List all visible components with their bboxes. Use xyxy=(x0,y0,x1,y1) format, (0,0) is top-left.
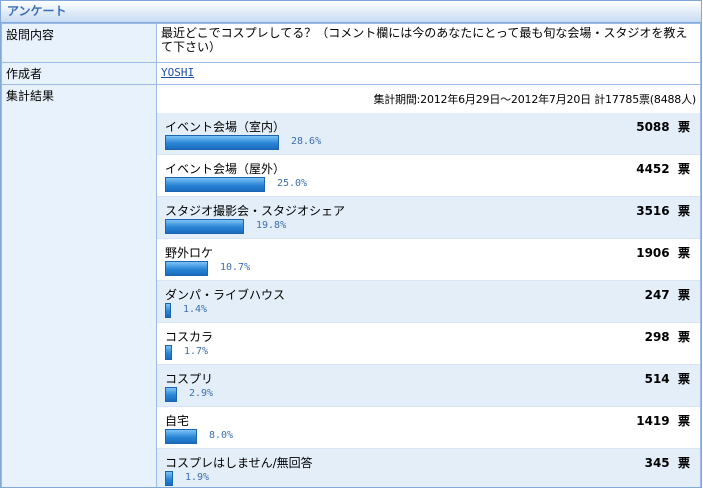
result-item-name: イベント会場（屋外） xyxy=(165,162,286,176)
result-item: コスプレはしません/無回答 345 票 1.9% xyxy=(157,449,700,487)
result-item: ダンパ・ライブハウス 247 票 1.4% xyxy=(157,281,700,323)
results-period: 集計期間:2012年6月29日〜2012年7月20日 計17785票(8488人… xyxy=(373,93,696,106)
author-label: 作成者 xyxy=(1,62,157,85)
result-item-percent: 19.8% xyxy=(256,220,287,231)
question-label: 設問内容 xyxy=(1,23,157,63)
result-item-name: ダンパ・ライブハウス xyxy=(165,288,286,302)
question-row: 設問内容 最近どこでコスプレしてる？（コメント欄には今のあなたにとって最も旬な会… xyxy=(1,23,701,63)
result-item-percent: 8.0% xyxy=(209,430,234,441)
result-item: イベント会場（室内） 5088 票 28.6% xyxy=(157,113,700,155)
result-item-name: 自宅 xyxy=(165,414,190,428)
result-item: イベント会場（屋外） 4452 票 25.0% xyxy=(157,155,700,197)
author-link[interactable]: YOSHI xyxy=(161,66,194,79)
result-item-bar xyxy=(165,345,172,360)
result-item-name: コスプレはしません/無回答 xyxy=(165,456,313,470)
result-item-name: コスカラ xyxy=(165,330,214,344)
author-row: 作成者 YOSHI xyxy=(1,62,701,85)
result-item: 自宅 1419 票 8.0% xyxy=(157,407,700,449)
result-item: スタジオ撮影会・スタジオシェア 3516 票 19.8% xyxy=(157,197,700,239)
result-item-votes: 5088 票 xyxy=(636,120,690,134)
survey-panel: アンケート 設問内容 最近どこでコスプレしてる？（コメント欄には今のあなたにとっ… xyxy=(0,0,702,488)
result-item-percent: 1.4% xyxy=(183,304,208,315)
result-item: コスカラ 298 票 1.7% xyxy=(157,323,700,365)
result-item-percent: 10.7% xyxy=(220,262,251,273)
result-item-percent: 1.9% xyxy=(185,472,210,483)
result-item-votes: 514 票 xyxy=(644,372,690,386)
results-row: 集計結果 集計期間:2012年6月29日〜2012年7月20日 計17785票(… xyxy=(1,84,701,487)
panel-title: アンケート xyxy=(1,1,701,23)
result-item-bar xyxy=(165,429,197,444)
result-item-votes: 3516 票 xyxy=(636,204,690,218)
result-item-bar xyxy=(165,303,171,318)
results-cell: 集計期間:2012年6月29日〜2012年7月20日 計17785票(8488人… xyxy=(156,84,701,487)
results-list: イベント会場（室内） 5088 票 28.6% イベント会場（屋外） 4452 票 25.… xyxy=(157,113,700,487)
result-item: コスプリ 514 票 2.9% xyxy=(157,365,700,407)
result-item-bar xyxy=(165,135,279,150)
results-label: 集計結果 xyxy=(1,84,157,487)
result-item-bar xyxy=(165,471,173,486)
result-item-votes: 298 票 xyxy=(644,330,690,344)
survey-table: 設問内容 最近どこでコスプレしてる？（コメント欄には今のあなたにとって最も旬な会… xyxy=(1,23,701,487)
result-item-votes: 4452 票 xyxy=(636,162,690,176)
result-item-bar xyxy=(165,261,208,276)
result-item-name: スタジオ撮影会・スタジオシェア xyxy=(165,204,346,218)
result-item-name: 野外ロケ xyxy=(165,246,214,260)
result-item-bar xyxy=(165,219,244,234)
result-item-votes: 1419 票 xyxy=(636,414,690,428)
author-cell: YOSHI xyxy=(156,62,701,85)
result-item-votes: 247 票 xyxy=(644,288,690,302)
result-item-votes: 1906 票 xyxy=(636,246,690,260)
question-text: 最近どこでコスプレしてる？（コメント欄には今のあなたにとって最も旬な会場・スタジ… xyxy=(161,26,688,54)
result-item-name: コスプリ xyxy=(165,372,214,386)
result-item-votes: 345 票 xyxy=(644,456,690,470)
result-item-bar xyxy=(165,177,265,192)
result-item-bar xyxy=(165,387,177,402)
result-item-percent: 2.9% xyxy=(189,388,214,399)
result-item-name: イベント会場（室内） xyxy=(165,120,286,134)
question-cell: 最近どこでコスプレしてる？（コメント欄には今のあなたにとって最も旬な会場・スタジ… xyxy=(156,23,701,63)
result-item-percent: 25.0% xyxy=(277,178,308,189)
result-item-percent: 1.7% xyxy=(184,346,209,357)
result-item-percent: 28.6% xyxy=(291,136,322,147)
result-item: 野外ロケ 1906 票 10.7% xyxy=(157,239,700,281)
